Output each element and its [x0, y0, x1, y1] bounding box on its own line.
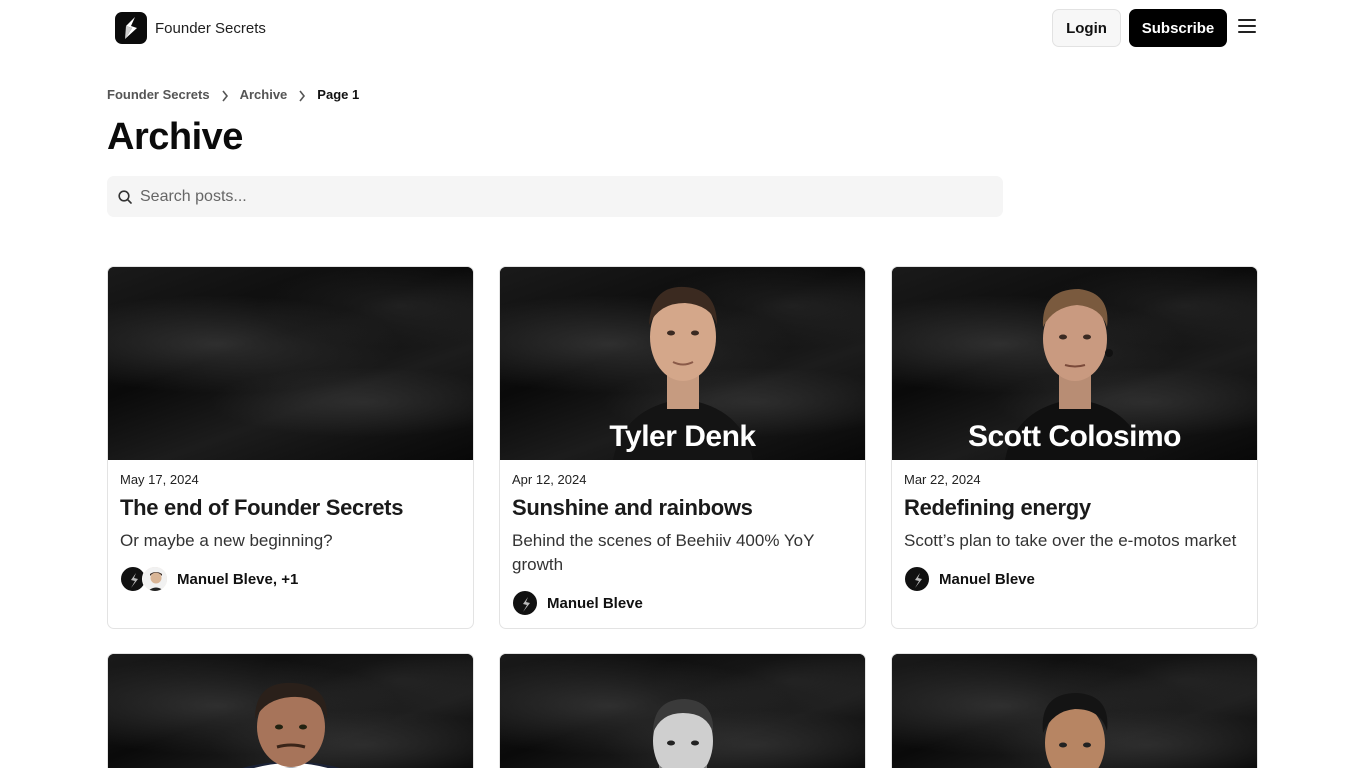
post-subtitle: Scott’s plan to take over the e-motos ma…: [904, 531, 1237, 550]
page-title: Archive: [107, 116, 243, 158]
post-cover-image: [892, 654, 1257, 768]
post-cover-image: [108, 267, 473, 460]
top-navigation: Founder Secrets Login Subscribe: [0, 0, 1366, 56]
breadcrumb-item-archive[interactable]: Archive: [240, 87, 288, 102]
author-name: Manuel Bleve: [547, 594, 643, 612]
search-icon: [118, 189, 132, 204]
breadcrumb-item-home[interactable]: Founder Secrets: [107, 87, 210, 102]
post-card[interactable]: [891, 653, 1258, 768]
post-title[interactable]: Redefining energy: [904, 495, 1245, 521]
post-authors: Manuel Bleve: [512, 589, 853, 617]
brand-link[interactable]: Founder Secrets: [115, 12, 266, 44]
hamburger-menu-icon[interactable]: [1237, 19, 1257, 37]
post-card[interactable]: Scott Colosimo Mar 22, 2024 Redefining e…: [891, 266, 1258, 629]
post-date: May 17, 2024: [120, 472, 199, 487]
post-subtitle: Or maybe a new beginning?: [120, 531, 333, 550]
breadcrumb-item-current: Page 1: [317, 87, 360, 102]
post-cover-image: [108, 654, 473, 768]
search-input[interactable]: [140, 187, 980, 206]
post-card[interactable]: May 17, 2024 The end of Founder Secrets …: [107, 266, 474, 629]
post-title[interactable]: Sunshine and rainbows: [512, 495, 853, 521]
post-authors: Manuel Bleve, +1: [120, 565, 461, 593]
post-date: Apr 12, 2024: [512, 472, 587, 487]
post-card[interactable]: Tyler Denk Apr 12, 2024 Sunshine and rai…: [499, 266, 866, 629]
post-title[interactable]: The end of Founder Secrets: [120, 495, 461, 521]
post-cover-caption: Tyler Denk: [609, 420, 756, 453]
chevron-right-icon: [287, 87, 317, 102]
author-name: Manuel Bleve, +1: [177, 570, 299, 588]
post-cover-image: [500, 654, 865, 768]
post-card[interactable]: [107, 653, 474, 768]
post-cover-image: Scott Colosimo: [892, 267, 1257, 460]
post-card[interactable]: [499, 653, 866, 768]
search-bar: [107, 176, 1003, 217]
post-cover-caption: Scott Colosimo: [967, 420, 1182, 453]
brand-name: Founder Secrets: [155, 19, 266, 37]
avatar: [904, 566, 930, 592]
avatar: [142, 566, 168, 592]
post-cover-image: Tyler Denk: [500, 267, 865, 460]
breadcrumb: Founder Secrets Archive Page 1: [107, 87, 359, 102]
post-subtitle: Behind the scenes of Beehiiv 400% YoY gr…: [512, 531, 815, 574]
chevron-right-icon: [210, 87, 240, 102]
author-name: Manuel Bleve: [939, 570, 1035, 588]
post-date: Mar 22, 2024: [904, 472, 981, 487]
avatar: [512, 590, 538, 616]
subscribe-button[interactable]: Subscribe: [1129, 9, 1227, 47]
post-authors: Manuel Bleve: [904, 565, 1245, 593]
brand-logo-icon: [115, 12, 147, 44]
login-button[interactable]: Login: [1052, 9, 1121, 47]
